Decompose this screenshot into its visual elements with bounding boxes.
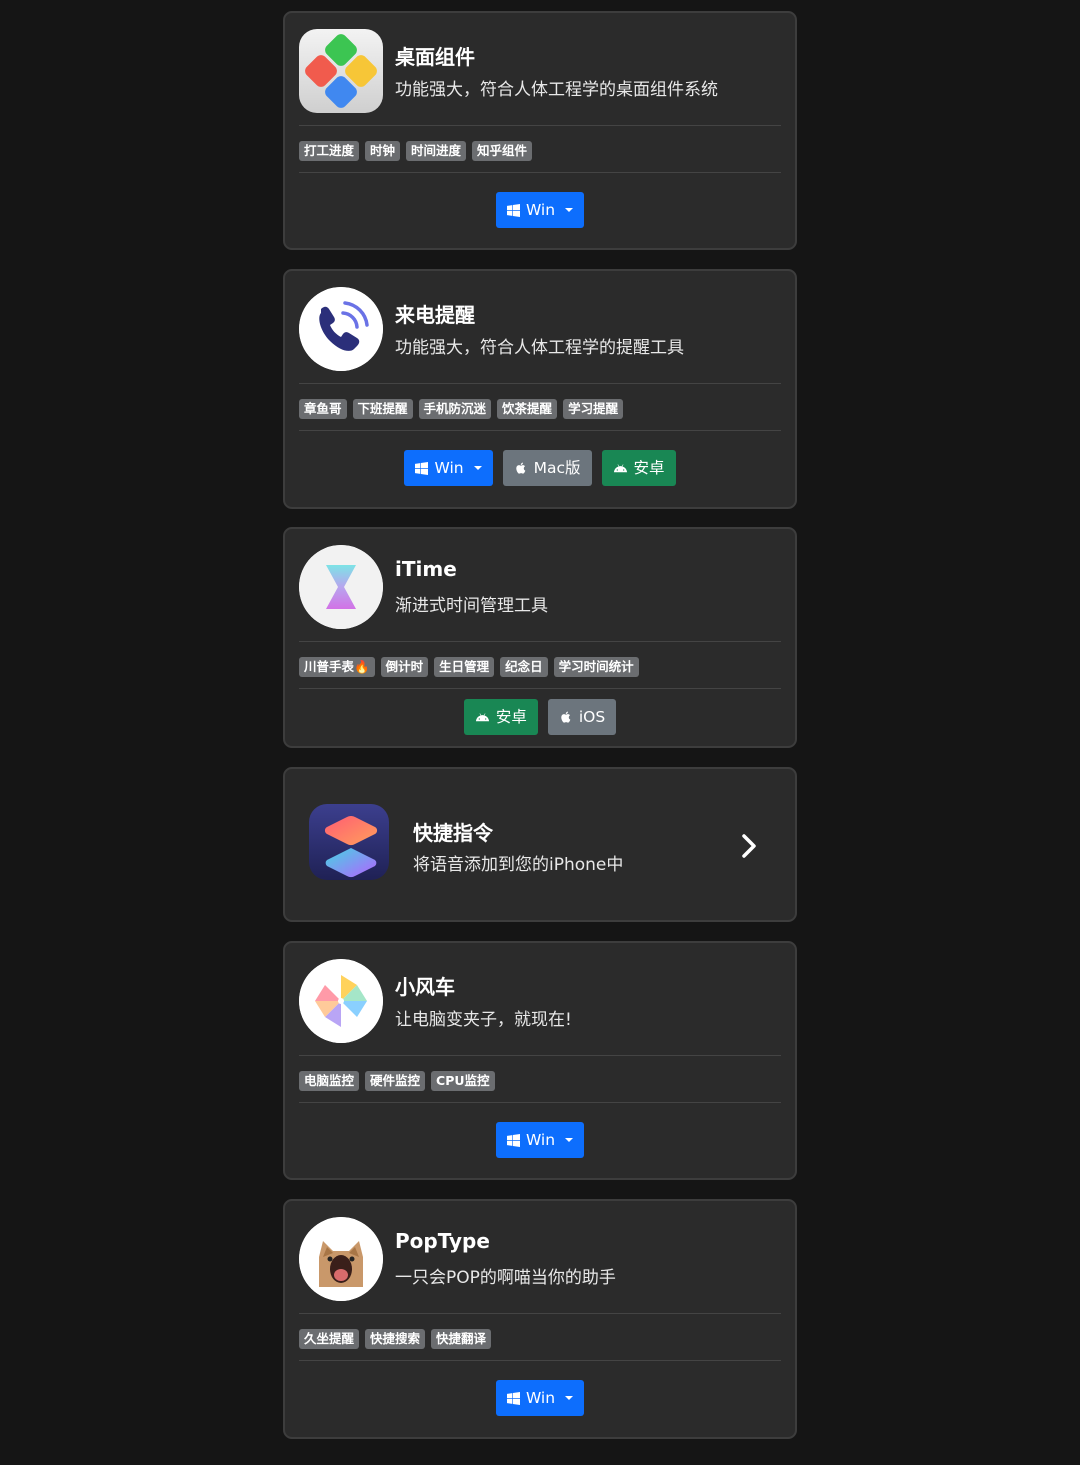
tag-list: 电脑监控 硬件监控 CPU监控: [299, 1071, 781, 1093]
android-download-button[interactable]: 安卓: [463, 699, 538, 735]
app-title: 桌面组件: [395, 45, 475, 69]
pinwheel-icon: [299, 959, 383, 1043]
apple-icon: [514, 461, 528, 475]
tag[interactable]: 快捷搜索: [365, 1329, 426, 1349]
app-card-pinwheel: 小风车 让电脑变夹子，就现在! 电脑监控 硬件监控 CPU监控 Win: [283, 941, 797, 1180]
divider: [299, 383, 781, 384]
android-icon: [475, 710, 490, 725]
divider: [299, 1055, 781, 1056]
hourglass-icon: [299, 545, 383, 629]
shortcuts-icon: [309, 804, 389, 880]
pop-cat-icon: [299, 1217, 383, 1301]
tag[interactable]: 知乎组件: [472, 141, 533, 161]
button-label: Win: [434, 459, 464, 477]
download-buttons: 安卓 iOS: [285, 699, 795, 735]
app-card-shortcuts[interactable]: 快捷指令 将语音添加到您的iPhone中: [283, 767, 797, 922]
apple-icon: [559, 710, 573, 724]
tag[interactable]: 硬件监控: [365, 1071, 426, 1091]
divider: [299, 1360, 781, 1361]
app-card-desktop-widgets: 桌面组件 功能强大，符合人体工程学的桌面组件系统 打工进度 时钟 时间进度 知乎…: [283, 11, 797, 250]
divider: [299, 125, 781, 126]
button-label: Mac版: [533, 459, 581, 477]
app-title: 来电提醒: [395, 303, 475, 327]
win-download-button[interactable]: Win: [404, 450, 493, 486]
caret-down-icon: [565, 1138, 574, 1142]
divider: [299, 641, 781, 642]
tag[interactable]: 倒计时: [380, 657, 429, 677]
tag[interactable]: 时钟: [365, 141, 401, 161]
mac-download-button[interactable]: Mac版: [502, 450, 592, 486]
tag[interactable]: 下班提醒: [352, 399, 413, 419]
caret-down-icon: [565, 208, 574, 212]
tag[interactable]: 川普手表🔥: [299, 657, 375, 677]
tag[interactable]: CPU监控: [431, 1071, 495, 1091]
app-card-call-reminder: 来电提醒 功能强大，符合人体工程学的提醒工具 章鱼哥 下班提醒 手机防沉迷 饮茶…: [283, 269, 797, 509]
windows-icon: [415, 462, 428, 475]
tag[interactable]: 久坐提醒: [299, 1329, 360, 1349]
divider: [299, 1102, 781, 1103]
tag[interactable]: 章鱼哥: [299, 399, 347, 419]
button-label: 安卓: [633, 459, 665, 477]
tag[interactable]: 时间进度: [406, 141, 467, 161]
button-label: Win: [525, 201, 556, 219]
app-title: 快捷指令: [413, 821, 493, 845]
button-label: iOS: [578, 708, 606, 726]
chevron-right-icon[interactable]: [739, 831, 761, 861]
caret-down-icon: [473, 466, 482, 470]
tag[interactable]: 快捷翻译: [431, 1329, 492, 1349]
divider: [299, 172, 781, 173]
button-label: Win: [525, 1389, 556, 1407]
tag-list: 川普手表🔥 倒计时 生日管理 纪念日 学习时间统计: [299, 657, 781, 679]
app-description: 将语音添加到您的iPhone中: [413, 855, 624, 875]
windows-icon: [507, 1134, 520, 1147]
win-download-button[interactable]: Win: [495, 192, 585, 228]
android-download-button[interactable]: 安卓: [601, 450, 676, 486]
app-description: 一只会POP的啊喵当你的助手: [395, 1268, 616, 1288]
app-title: iTime: [395, 557, 457, 581]
tag-list: 打工进度 时钟 时间进度 知乎组件: [299, 141, 781, 163]
app-description: 功能强大，符合人体工程学的桌面组件系统: [395, 80, 718, 100]
ios-download-button[interactable]: iOS: [547, 699, 617, 735]
win-download-button[interactable]: Win: [495, 1122, 585, 1158]
tag[interactable]: 打工进度: [299, 141, 360, 161]
tag[interactable]: 饮茶提醒: [497, 399, 558, 419]
tag[interactable]: 电脑监控: [299, 1071, 360, 1091]
windows-icon: [507, 204, 520, 217]
win-download-button[interactable]: Win: [495, 1380, 585, 1416]
app-description: 功能强大，符合人体工程学的提醒工具: [395, 338, 684, 358]
download-buttons: Win Mac版 安卓: [285, 450, 795, 486]
windows-icon: [507, 1392, 520, 1405]
tag[interactable]: 学习提醒: [563, 399, 624, 419]
divider: [299, 688, 781, 689]
button-label: 安卓: [495, 708, 527, 726]
tag-list: 章鱼哥 下班提醒 手机防沉迷 饮茶提醒 学习提醒: [299, 399, 781, 421]
app-description: 渐进式时间管理工具: [395, 596, 548, 616]
download-buttons: Win: [285, 1380, 795, 1416]
divider: [299, 430, 781, 431]
app-title: 小风车: [395, 975, 455, 999]
tag-list: 久坐提醒 快捷搜索 快捷翻译: [299, 1329, 781, 1351]
app-title: PopType: [395, 1229, 490, 1253]
tag[interactable]: 生日管理: [434, 657, 495, 677]
download-buttons: Win: [285, 192, 795, 228]
app-card-itime: iTime 渐进式时间管理工具 川普手表🔥 倒计时 生日管理 纪念日 学习时间统…: [283, 527, 797, 748]
app-description: 让电脑变夹子，就现在!: [395, 1010, 572, 1030]
tag[interactable]: 手机防沉迷: [418, 399, 492, 419]
phone-call-icon: [299, 287, 383, 371]
button-label: Win: [525, 1131, 556, 1149]
app-card-poptype: PopType 一只会POP的啊喵当你的助手 久坐提醒 快捷搜索 快捷翻译 Wi…: [283, 1199, 797, 1439]
divider: [299, 1313, 781, 1314]
android-icon: [613, 461, 628, 476]
four-color-diamonds-icon: [299, 29, 383, 113]
download-buttons: Win: [285, 1122, 795, 1158]
caret-down-icon: [565, 1396, 574, 1400]
tag[interactable]: 纪念日: [500, 657, 548, 677]
tag[interactable]: 学习时间统计: [553, 657, 639, 677]
